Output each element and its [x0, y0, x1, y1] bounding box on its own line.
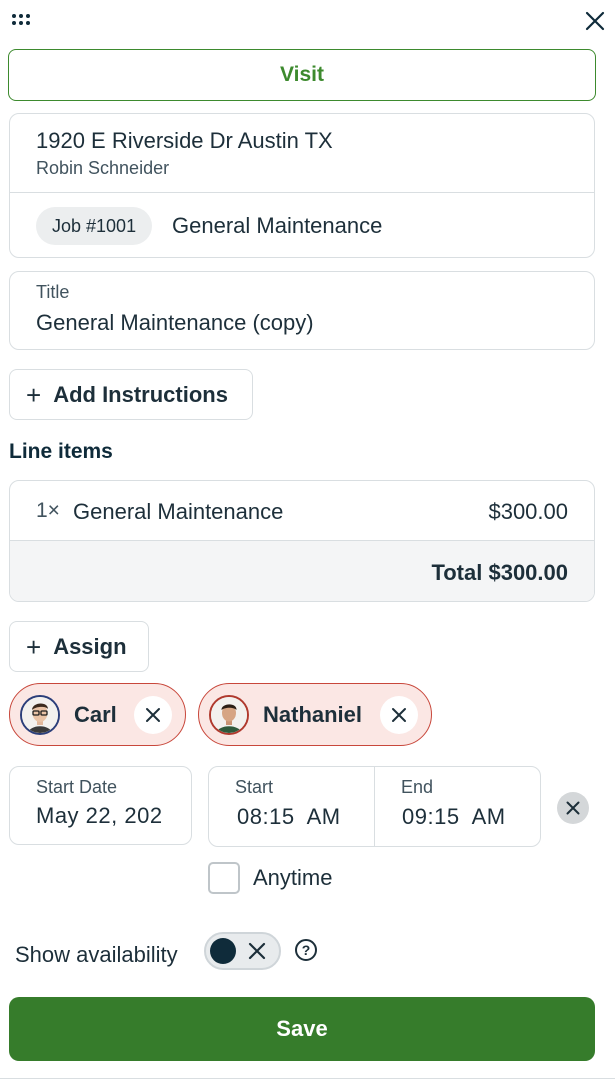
plus-icon: +: [26, 379, 42, 410]
start-time-input[interactable]: 08:15 AM: [237, 804, 341, 830]
assignee-name: Carl: [74, 701, 117, 727]
plus-icon: +: [26, 631, 42, 662]
title-field[interactable]: Title General Maintenance (copy): [9, 271, 595, 350]
job-name: General Maintenance: [172, 213, 383, 238]
line-items-total-row: Total $300.00: [10, 541, 594, 601]
close-icon: [248, 942, 266, 960]
time-range-field: Start 08:15 AM End 09:15 AM: [208, 766, 541, 847]
close-icon: [146, 708, 160, 722]
remove-assignee-button[interactable]: [134, 696, 172, 734]
job-number-text: Job #1001: [52, 215, 137, 236]
divider: [0, 1078, 615, 1079]
anytime-label: Anytime: [253, 865, 333, 890]
line-item-row[interactable]: 1× General Maintenance $300.00: [10, 481, 594, 541]
job-number-badge[interactable]: Job #1001: [36, 207, 153, 245]
start-date-value: May 22, 202: [36, 803, 163, 828]
start-date-label: Start Date: [36, 777, 118, 797]
title-label: Title: [36, 282, 70, 302]
show-availability-label: Show availability: [15, 942, 178, 967]
line-items-heading: Line items: [9, 440, 113, 463]
divider: [374, 767, 375, 846]
start-date-field[interactable]: Start Date May 22, 202: [9, 766, 192, 845]
avatar: [20, 694, 60, 735]
assign-button[interactable]: + Assign: [9, 621, 149, 672]
property-card: 1920 E Riverside Dr Austin TX Robin Schn…: [9, 113, 595, 258]
avatar: [209, 694, 249, 735]
visit-button[interactable]: Visit: [8, 49, 596, 101]
property-address: 1920 E Riverside Dr Austin TX: [36, 128, 333, 153]
assignee-name: Nathaniel: [263, 701, 363, 727]
end-time-input[interactable]: 09:15 AM: [402, 804, 506, 830]
start-time-label: Start: [235, 777, 274, 797]
close-icon: [392, 708, 406, 722]
close-icon[interactable]: [584, 10, 606, 32]
show-availability-toggle[interactable]: [204, 932, 281, 970]
close-icon: [566, 801, 580, 815]
toggle-knob: [210, 938, 236, 964]
divider: [10, 192, 594, 193]
remove-assignee-button[interactable]: [380, 696, 418, 734]
title-input[interactable]: General Maintenance (copy): [36, 310, 314, 336]
line-item-qty: 1×: [36, 499, 60, 522]
help-icon[interactable]: ?: [295, 939, 317, 961]
clear-time-button[interactable]: [557, 792, 589, 824]
end-time-label: End: [401, 777, 434, 797]
line-item-name: General Maintenance: [73, 499, 284, 524]
save-button[interactable]: Save: [9, 997, 595, 1061]
add-instructions-button[interactable]: + Add Instructions: [9, 369, 253, 420]
anytime-checkbox[interactable]: [208, 862, 240, 894]
line-items-total: Total $300.00: [431, 560, 568, 585]
add-instructions-label: Add Instructions: [53, 381, 228, 407]
line-items-card: 1× General Maintenance $300.00 Total $30…: [9, 480, 595, 602]
assignee-chip-carl[interactable]: Carl: [9, 683, 186, 746]
assignee-chip-nathaniel[interactable]: Nathaniel: [198, 683, 432, 746]
grip-dots-icon[interactable]: [12, 14, 32, 28]
assign-label: Assign: [53, 633, 127, 659]
line-item-price: $300.00: [488, 499, 568, 524]
client-name: Robin Schneider: [36, 158, 170, 178]
